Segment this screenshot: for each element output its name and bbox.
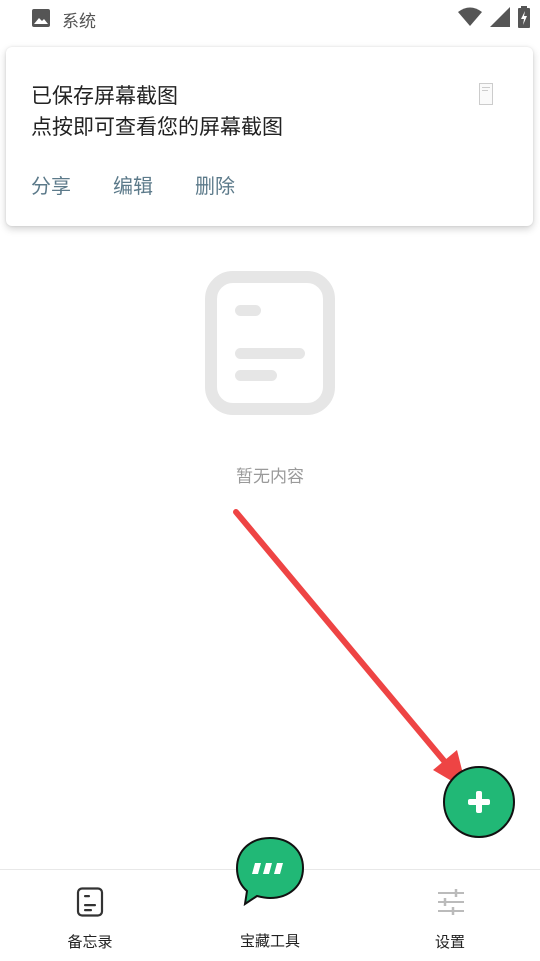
add-button[interactable] [443,766,515,838]
status-app-label: 系统 [62,12,96,32]
status-icons [458,6,530,28]
status-bar: 系统 [0,0,540,36]
screenshot-notification[interactable]: 已保存屏幕截图 点按即可查看您的屏幕截图 分享 编辑 删除 [6,47,533,226]
nav-label-settings: 设置 [434,933,465,951]
plus-icon [468,791,490,813]
empty-state-text: 暂无内容 [236,467,304,487]
edit-action[interactable]: 编辑 [113,170,153,199]
notification-actions: 分享 编辑 删除 [31,170,277,199]
notification-title: 已保存屏幕截图 [31,84,178,108]
signal-icon [490,7,510,27]
image-icon [32,9,50,27]
empty-document-icon [205,271,335,415]
nav-label-treasure-tools[interactable]: 宝藏工具 [200,930,340,951]
wifi-icon [458,7,482,26]
memo-icon [76,887,104,917]
chat-bubble-icon[interactable] [235,836,305,906]
screenshot-thumbnail-icon[interactable] [479,83,493,105]
sliders-icon [438,889,464,915]
delete-action[interactable]: 删除 [195,170,235,199]
notification-text: 点按即可查看您的屏幕截图 [31,115,283,139]
share-action[interactable]: 分享 [31,170,71,199]
nav-label-memo: 备忘录 [67,933,113,951]
nav-item-settings[interactable]: 设置 [380,870,520,961]
nav-item-memo[interactable]: 备忘录 [20,870,160,961]
battery-icon [518,6,530,28]
